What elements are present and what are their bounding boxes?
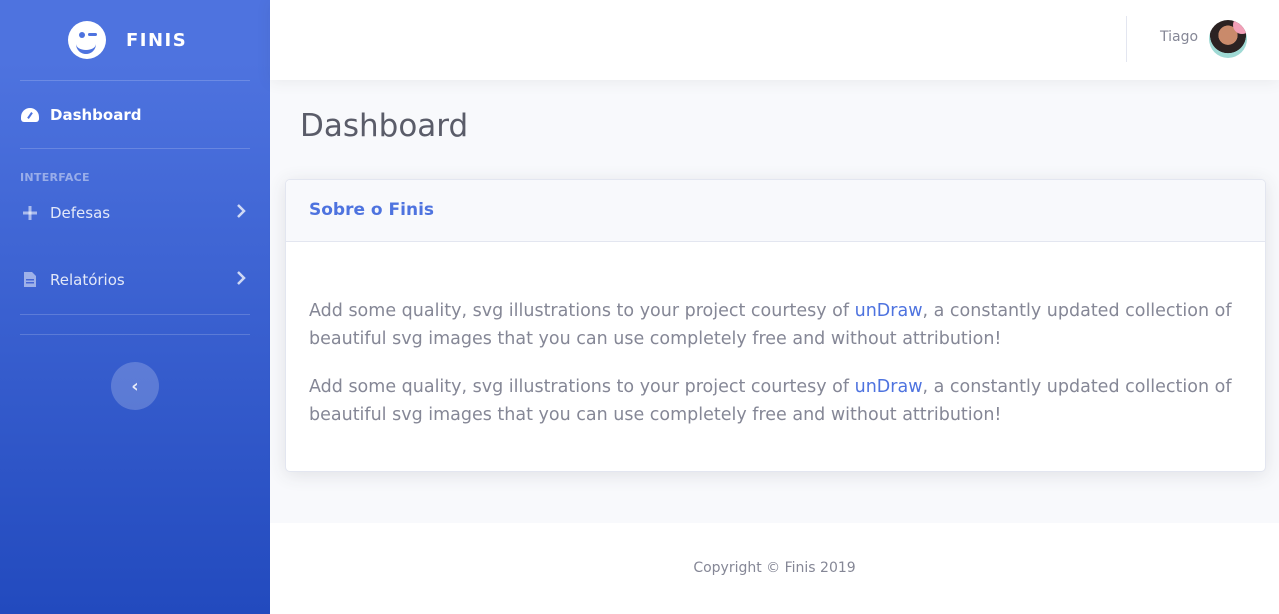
topbar-divider [1126,16,1127,62]
sidebar-item-dashboard[interactable]: Dashboard [0,81,270,148]
about-card: Sobre o Finis Add some quality, svg illu… [285,179,1266,472]
sidebar: FINIS Dashboard INTERFACE Defesas Relató… [0,0,270,614]
undraw-link[interactable]: unDraw [855,301,923,321]
chevron-right-icon [232,203,250,222]
copyright-text: Copyright © Finis 2019 [693,560,856,576]
footer: Copyright © Finis 2019 [270,523,1279,614]
sidebar-divider [20,314,250,315]
brand-link[interactable]: FINIS [0,0,270,80]
sidebar-heading: INTERFACE [20,171,90,184]
card-body: Add some quality, svg illustrations to y… [286,242,1265,429]
laugh-wink-icon [68,21,106,59]
page-title: Dashboard [300,108,469,144]
topbar: Tiago [270,0,1279,80]
card-title: Sobre o Finis [286,180,1265,242]
plus-icon [20,205,40,221]
brand-name: FINIS [126,29,188,51]
undraw-link[interactable]: unDraw [855,377,923,397]
sidebar-item-defesas[interactable]: Defesas [0,189,270,236]
file-icon [20,272,40,288]
sidebar-item-label: Defesas [50,203,111,222]
paragraph-text: Add some quality, svg illustrations to y… [309,301,855,321]
sidebar-item-relatorios[interactable]: Relatórios [0,256,270,303]
sidebar-item-label: Dashboard [50,105,142,124]
sidebar-item-label: Relatórios [50,270,125,289]
avatar[interactable] [1209,20,1247,58]
tachometer-icon [20,107,40,123]
chevron-right-icon [232,270,250,289]
user-name[interactable]: Tiago [1160,29,1198,45]
sidebar-toggle-button[interactable]: ‹ [111,362,159,410]
sidebar-divider [20,334,250,335]
chevron-left-icon: ‹ [131,375,139,397]
card-paragraph: Add some quality, svg illustrations to y… [309,297,1242,353]
card-paragraph: Add some quality, svg illustrations to y… [309,373,1242,429]
paragraph-text: Add some quality, svg illustrations to y… [309,377,855,397]
